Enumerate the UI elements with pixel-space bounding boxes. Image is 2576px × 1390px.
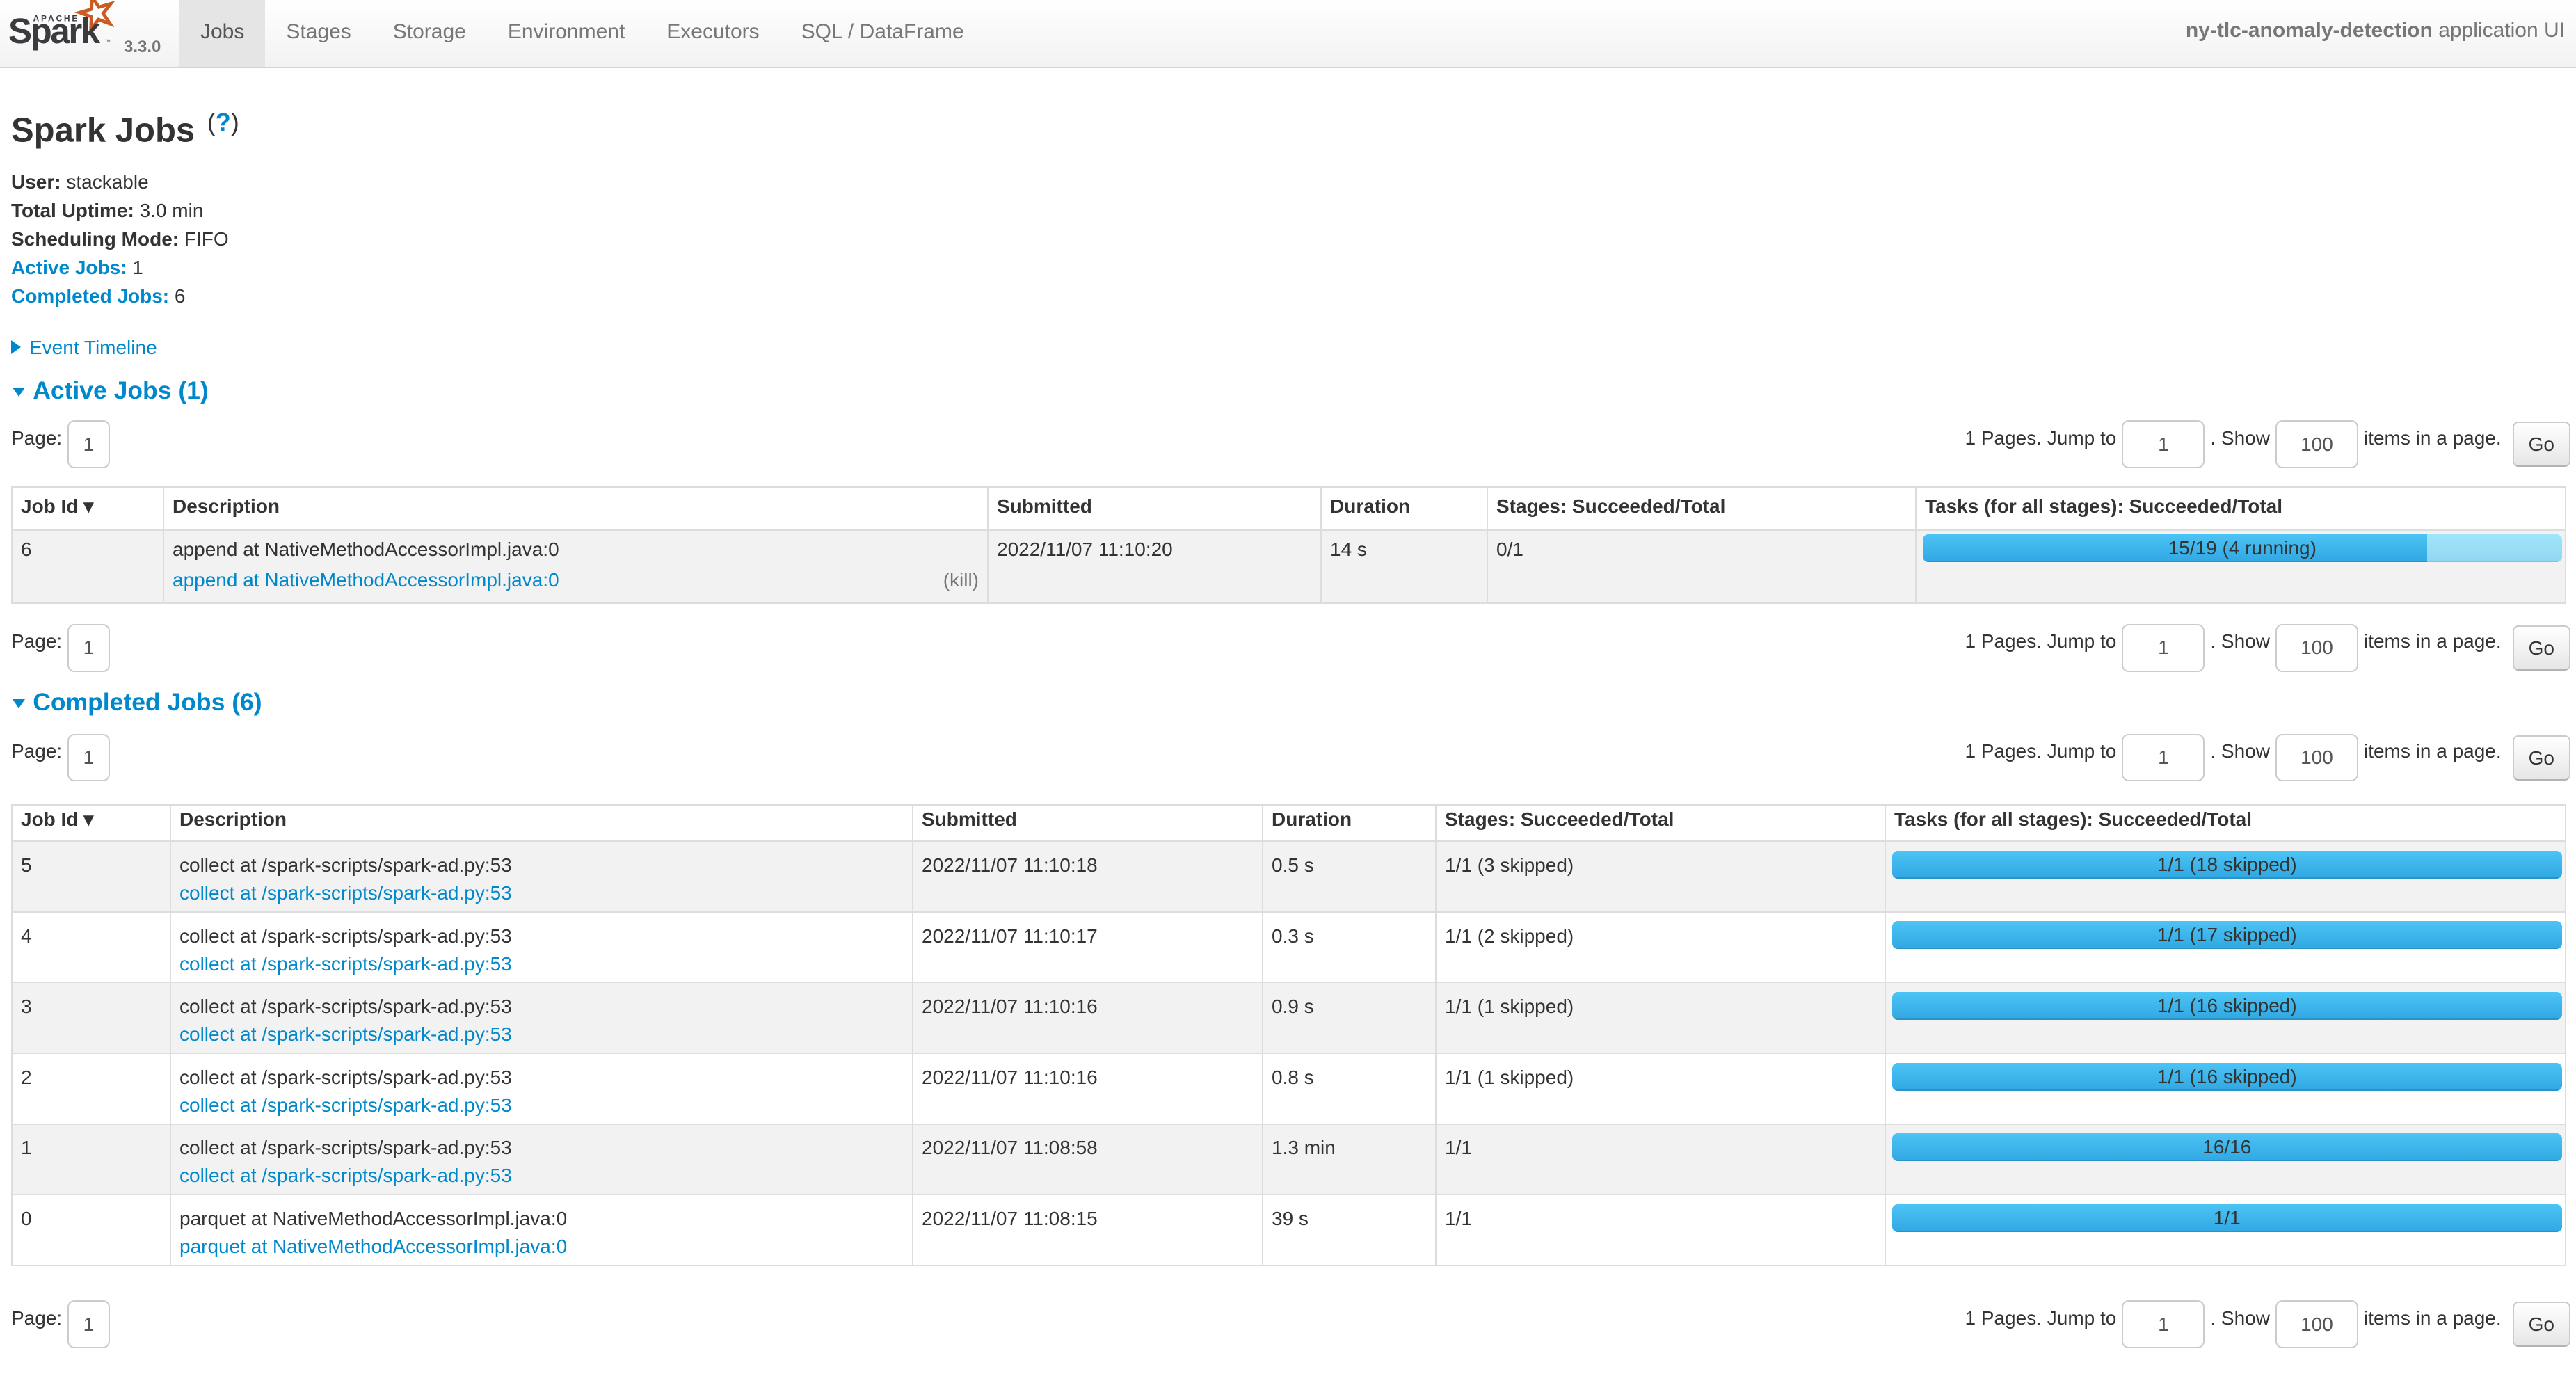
svg-text:APACHE: APACHE (33, 13, 80, 23)
svg-text:™: ™ (104, 38, 111, 45)
